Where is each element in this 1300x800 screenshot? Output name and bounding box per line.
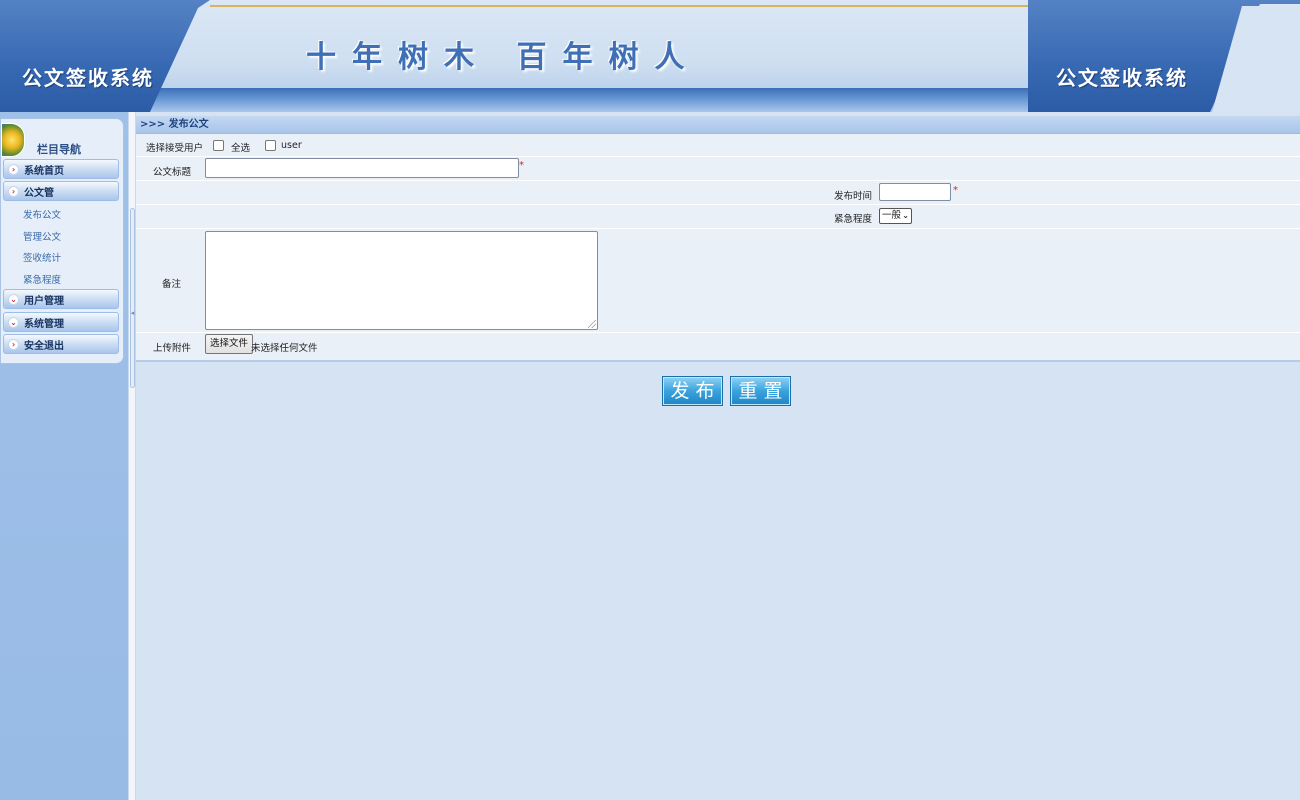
publish-time-input[interactable] (879, 183, 951, 201)
select-all-checkbox[interactable] (213, 140, 224, 151)
nav-header: 栏目导航 (1, 119, 123, 157)
row-divider (136, 156, 1300, 157)
app-title: 公文签收系统 (22, 66, 154, 90)
attachment-label: 上传附件 (153, 343, 192, 354)
sidebar-item-users[interactable]: ⌄ 用户管理 (3, 289, 119, 309)
chevron-down-icon: ⌄ (902, 211, 909, 220)
submenu-item-publish[interactable]: 发布公文 (23, 207, 61, 221)
chevron-down-icon: ⌄ (8, 293, 19, 305)
publish-time-label: 发布时间 (834, 191, 873, 202)
urgency-label: 紧急程度 (834, 214, 873, 225)
remark-textarea[interactable] (205, 231, 598, 330)
row-divider (136, 332, 1300, 333)
header-banner: 公文签收系统 十年树木 百年树人 公文签收系统 (0, 0, 1300, 112)
choose-file-button[interactable]: 选择文件 (205, 334, 254, 354)
recipients-label: 选择接受用户 (146, 143, 204, 154)
select-all-label: 全选 (231, 143, 251, 154)
title-input[interactable] (205, 158, 519, 178)
chevron-right-icon: › (8, 338, 19, 350)
required-mark: * (953, 185, 958, 196)
sidebar-item-logout[interactable]: › 安全退出 (3, 334, 119, 354)
sidebar: 栏目导航 › 系统首页 › 公文管 发布公文 管理公文 签收统计 紧急程度 ⌄ … (0, 112, 128, 800)
sidebar-nav-panel: 栏目导航 › 系统首页 › 公文管 发布公文 管理公文 签收统计 紧急程度 ⌄ … (0, 118, 124, 364)
submenu-item-manage[interactable]: 管理公文 (23, 229, 61, 243)
nav-title: 栏目导航 (37, 143, 81, 156)
title-label: 公文标题 (153, 167, 192, 178)
chevron-down-icon: ⌄ (8, 316, 19, 328)
header-gold-line (210, 5, 1028, 7)
publish-form: 选择接受用户 全选 user 公文标题 * 发布时间 * 紧急程度 一般 ⌄ 备… (136, 134, 1300, 362)
main-content: >>> 发布公文 选择接受用户 全选 user 公文标题 * 发布时间 * 紧急… (136, 112, 1300, 800)
sidebar-item-documents[interactable]: › 公文管 (3, 181, 119, 201)
header-slogan: 十年树木 百年树人 (306, 40, 701, 75)
urgency-selected-value: 一般 (882, 210, 902, 221)
resize-grip-icon[interactable] (588, 320, 596, 328)
sidebar-item-label: 公文管 (24, 187, 54, 199)
chevron-right-icon: › (8, 185, 19, 197)
sidebar-item-label: 用户管理 (24, 295, 64, 307)
urgency-select[interactable]: 一般 ⌄ (879, 208, 912, 224)
submenu-item-statistics[interactable]: 签收统计 (23, 250, 61, 264)
sidebar-item-home[interactable]: › 系统首页 (3, 159, 119, 179)
row-divider (136, 180, 1300, 181)
reset-button[interactable]: 重置 (730, 376, 791, 406)
chevron-right-icon: › (8, 163, 19, 175)
nav-emblem-icon (1, 123, 25, 157)
remark-label: 备注 (162, 279, 182, 290)
splitter-track (130, 208, 135, 388)
submenu-item-urgency[interactable]: 紧急程度 (23, 272, 61, 286)
sidebar-item-system[interactable]: ⌄ 系统管理 (3, 312, 119, 332)
sidebar-splitter[interactable]: ◂ (128, 112, 136, 800)
collapse-arrow-icon[interactable]: ◂ (130, 308, 135, 318)
row-divider (136, 228, 1300, 229)
sidebar-item-label: 系统管理 (24, 318, 64, 330)
sidebar-item-label: 安全退出 (24, 340, 64, 352)
app-title-secondary: 公文签收系统 (1056, 66, 1188, 90)
publish-button[interactable]: 发布 (662, 376, 723, 406)
file-status-text: 未选择任何文件 (251, 343, 318, 354)
required-mark: * (519, 160, 524, 171)
sidebar-item-label: 系统首页 (24, 165, 64, 177)
breadcrumb: >>> 发布公文 (136, 116, 1300, 134)
row-divider (136, 204, 1300, 205)
user-checkbox-label: user (281, 140, 302, 151)
user-checkbox[interactable] (265, 140, 276, 151)
